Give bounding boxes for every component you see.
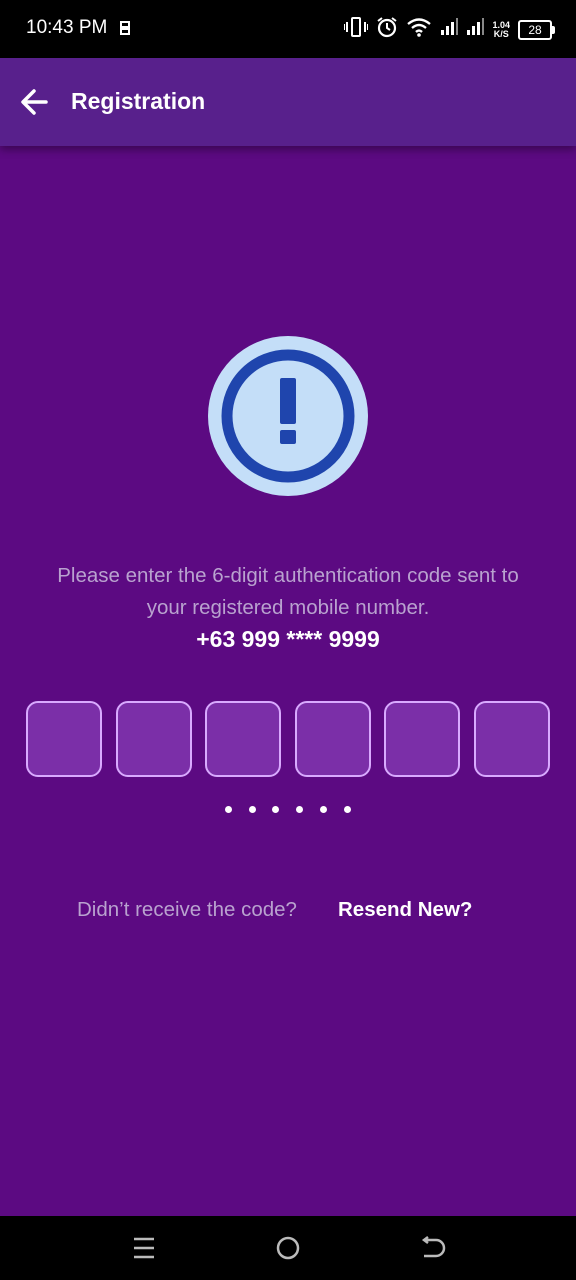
- otp-digit-4[interactable]: [294, 701, 371, 777]
- dot-1: [225, 806, 232, 813]
- system-nav-bar: [0, 1216, 576, 1280]
- page-title: Registration: [71, 88, 206, 114]
- otp-input-row: [26, 701, 550, 777]
- alarm-icon: [376, 16, 398, 43]
- resend-row: Didn’t receive the code? Resend New?: [0, 898, 576, 928]
- home-button[interactable]: [268, 1234, 308, 1262]
- vibrate-icon: [343, 16, 370, 43]
- otp-digit-5[interactable]: [384, 701, 460, 777]
- instruction-line-1: Please enter the 6-digit authentication …: [57, 564, 519, 587]
- otp-digit-1[interactable]: [26, 701, 102, 777]
- network-speed-unit: K/S: [493, 28, 509, 39]
- otp-digit-3[interactable]: [205, 701, 281, 777]
- signal-icon-2: [466, 18, 485, 41]
- dot-2: [249, 806, 256, 813]
- app-bar: Registration: [0, 58, 576, 146]
- back-icon: [412, 1236, 452, 1266]
- battery-indicator: 28: [518, 19, 555, 40]
- back-nav-button[interactable]: [412, 1234, 452, 1262]
- dot-6: [344, 806, 351, 813]
- home-circle-icon: [268, 1236, 308, 1266]
- menu-icon: [124, 1237, 164, 1266]
- resend-prompt: Didn’t receive the code?: [77, 898, 297, 921]
- network-speed: 1.04 K/S: [492, 20, 510, 39]
- instruction-line-2: your registered mobile number.: [146, 596, 430, 619]
- otp-digit-2[interactable]: [115, 701, 192, 777]
- back-button[interactable]: [16, 82, 56, 122]
- sync-icon: [118, 18, 132, 43]
- resend-link[interactable]: Resend New?: [338, 898, 472, 922]
- status-bar: 10:43 PM 1.04 K/S 28: [0, 0, 576, 58]
- dot-5: [320, 806, 327, 813]
- otp-dot-indicator: [0, 806, 576, 816]
- masked-phone-number: +63 999 **** 9999: [196, 626, 380, 652]
- instruction-text: Please enter the 6-digit authentication …: [20, 560, 556, 624]
- dot-3: [272, 806, 279, 813]
- otp-digit-6[interactable]: [474, 701, 550, 777]
- alert-circle-icon: [208, 336, 368, 496]
- dot-4: [296, 806, 303, 813]
- menu-button[interactable]: [124, 1234, 164, 1262]
- arrow-left-icon: [16, 89, 56, 126]
- signal-icon-1: [440, 18, 459, 41]
- status-icons: 1.04 K/S 28: [343, 16, 555, 43]
- status-time: 10:43 PM: [26, 17, 108, 38]
- wifi-icon: [406, 16, 432, 43]
